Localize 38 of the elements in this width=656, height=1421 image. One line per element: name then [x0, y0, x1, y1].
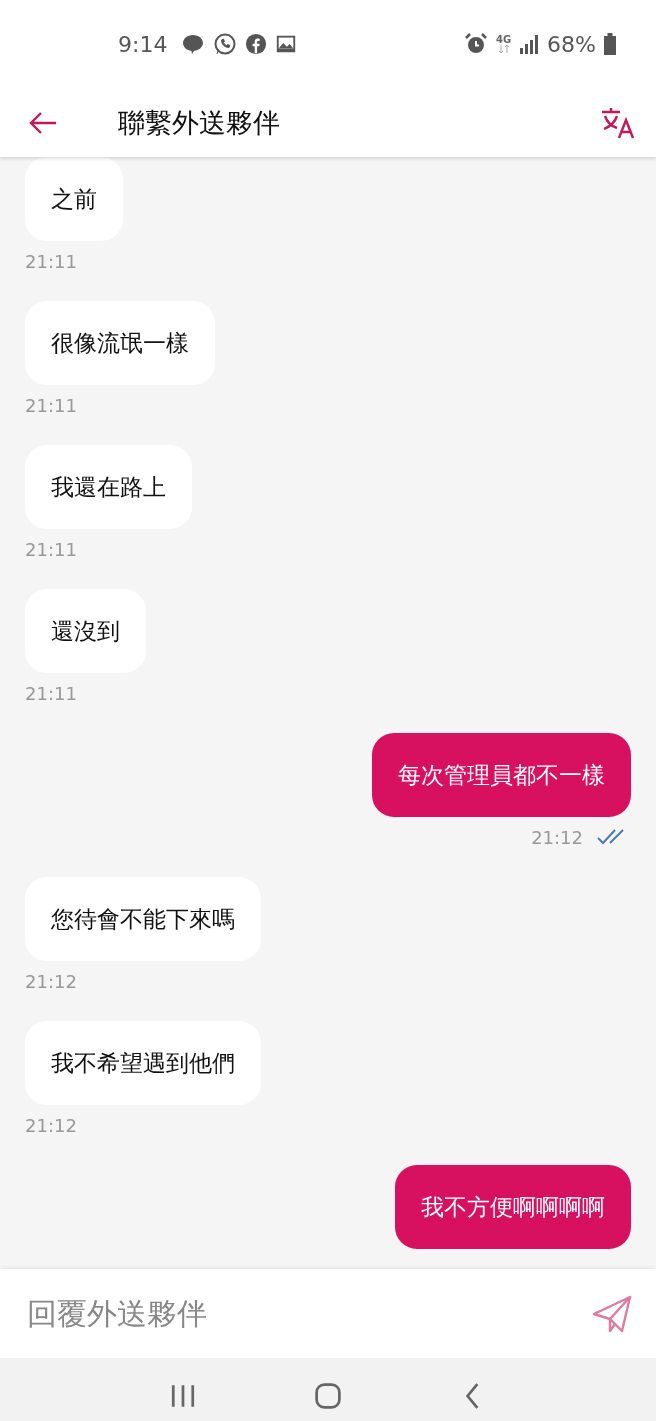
message-bubble: 我還在路上 — [25, 445, 192, 529]
message-bubble: 還沒到 — [25, 589, 146, 673]
message-time: 21:12 — [25, 1114, 77, 1136]
alarm-icon — [463, 32, 488, 56]
f-logo-icon — [245, 33, 268, 55]
message-time: 21:11 — [25, 538, 77, 560]
chat-title: 聯繫外送夥伴 — [118, 105, 281, 140]
home-icon — [315, 1383, 341, 1409]
message-time: 21:12 — [531, 826, 583, 848]
message-bubble: 之前 — [25, 157, 123, 241]
recent-apps-button[interactable] — [169, 1383, 196, 1409]
image-icon — [275, 33, 298, 55]
translate-button[interactable] — [600, 106, 636, 139]
phone-bubble-icon — [213, 32, 238, 56]
message-bubble: 每次管理員都不一樣 — [372, 733, 631, 817]
message-bubble: 我不方便啊啊啊啊 — [395, 1165, 631, 1249]
send-icon — [592, 1293, 632, 1334]
message-time: 21:12 — [25, 970, 77, 992]
battery-percent: 68% — [547, 31, 596, 57]
back-button[interactable] — [28, 110, 58, 135]
home-button[interactable] — [315, 1383, 341, 1409]
battery-icon — [604, 33, 616, 55]
message-time: 21:11 — [25, 250, 77, 272]
reply-input[interactable]: 回覆外送夥伴 — [27, 1296, 592, 1331]
signal-icon — [519, 34, 540, 54]
message-bubble: 我不希望遇到他們 — [25, 1021, 261, 1105]
message-time: 21:11 — [25, 394, 77, 416]
data-arrows-icon — [497, 45, 510, 53]
message-bubble: 您待會不能下來嗎 — [25, 877, 261, 961]
clock-time: 9:14 — [118, 31, 168, 57]
recent-apps-icon — [169, 1383, 196, 1409]
message-time: 21:11 — [25, 682, 77, 704]
chat-bubble-icon — [181, 32, 206, 56]
translate-icon — [600, 106, 636, 139]
back-arrow-icon — [28, 110, 58, 135]
network-type: 4G — [495, 35, 512, 45]
send-button[interactable] — [592, 1293, 632, 1334]
message-bubble: 很像流氓一樣 — [25, 301, 215, 385]
